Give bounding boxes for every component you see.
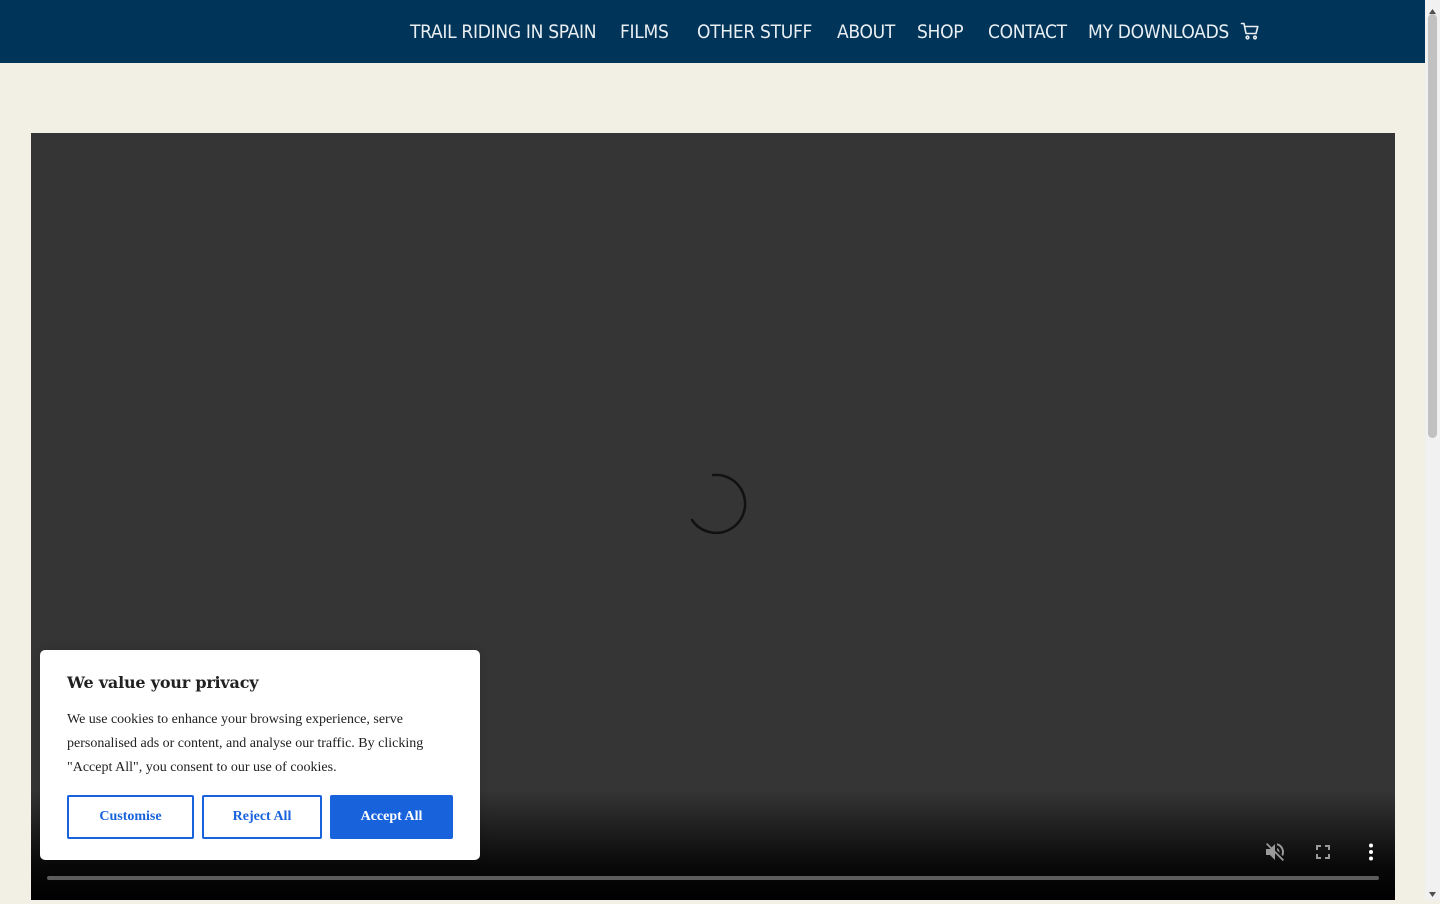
cookie-consent-banner: We value your privacy We use cookies to … — [40, 650, 480, 860]
more-vertical-icon[interactable] — [1359, 840, 1383, 864]
nav-item-shop[interactable]: SHOP — [917, 19, 964, 45]
nav-item-about[interactable]: ABOUT — [837, 19, 895, 45]
accept-all-button[interactable]: Accept All — [330, 795, 453, 839]
shopping-cart-icon[interactable] — [1240, 21, 1260, 41]
page-scrollbar[interactable] — [1425, 0, 1440, 900]
main-nav: TRAIL RIDING IN SPAIN FILMS OTHER STUFF … — [0, 0, 1425, 63]
volume-muted-icon[interactable] — [1263, 840, 1287, 864]
site-header: TRAIL RIDING IN SPAIN FILMS OTHER STUFF … — [0, 0, 1425, 63]
nav-item-contact[interactable]: CONTACT — [988, 19, 1067, 45]
scroll-down-arrow-icon[interactable] — [1428, 886, 1437, 897]
customise-button[interactable]: Customise — [67, 795, 194, 839]
nav-item-trail-riding-in-spain[interactable]: TRAIL RIDING IN SPAIN — [410, 19, 597, 45]
cookie-banner-title: We value your privacy — [67, 673, 259, 692]
scroll-up-arrow-icon[interactable] — [1428, 3, 1437, 14]
cookie-banner-text: We use cookies to enhance your browsing … — [67, 712, 424, 775]
fullscreen-icon[interactable] — [1311, 840, 1335, 864]
nav-item-films[interactable]: FILMS — [620, 19, 669, 45]
reject-all-button[interactable]: Reject All — [202, 795, 322, 839]
video-progress-bar[interactable] — [47, 876, 1379, 880]
scrollbar-thumb[interactable] — [1428, 14, 1437, 438]
nav-item-other-stuff[interactable]: OTHER STUFF — [697, 19, 812, 45]
nav-item-my-downloads[interactable]: MY DOWNLOADS — [1088, 19, 1229, 45]
loading-spinner-icon — [679, 465, 757, 543]
